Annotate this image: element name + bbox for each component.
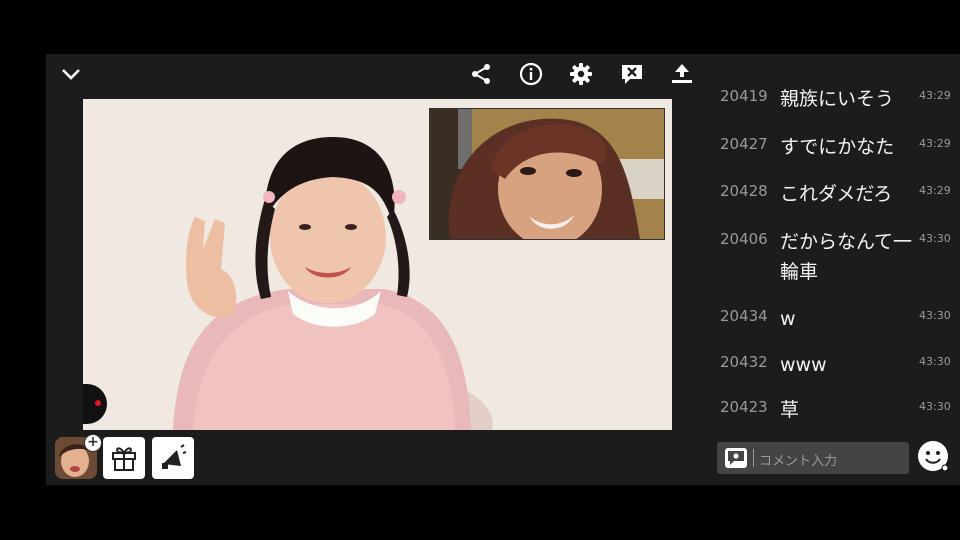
comment-text-cutoff — [780, 37, 915, 53]
plus-icon[interactable]: + — [84, 434, 102, 452]
info-icon[interactable] — [517, 60, 545, 88]
megaphone-icon — [162, 444, 187, 469]
chevron-down-icon[interactable] — [57, 60, 85, 88]
comment-input[interactable]: コメント入力 — [717, 442, 909, 474]
sub-camera-video[interactable] — [429, 108, 665, 240]
player-window: + — [46, 54, 960, 485]
comment-icon[interactable] — [725, 448, 747, 468]
gift-icon — [112, 447, 136, 471]
input-divider — [753, 449, 754, 467]
megaphone-button[interactable] — [152, 437, 194, 479]
streamer-face-image — [430, 109, 664, 239]
gift-button[interactable] — [103, 437, 145, 479]
gear-icon[interactable] — [567, 60, 595, 88]
comment-off-icon[interactable] — [618, 60, 646, 88]
player-toolbar — [46, 54, 700, 94]
share-icon[interactable] — [467, 60, 495, 88]
upload-icon[interactable] — [668, 60, 696, 88]
smile-icon[interactable] — [918, 441, 949, 472]
comment-placeholder: コメント入力 — [759, 454, 838, 469]
bottom-action-bar: + — [46, 434, 700, 485]
main-video[interactable] — [83, 99, 672, 430]
live-dot-icon — [95, 400, 101, 406]
